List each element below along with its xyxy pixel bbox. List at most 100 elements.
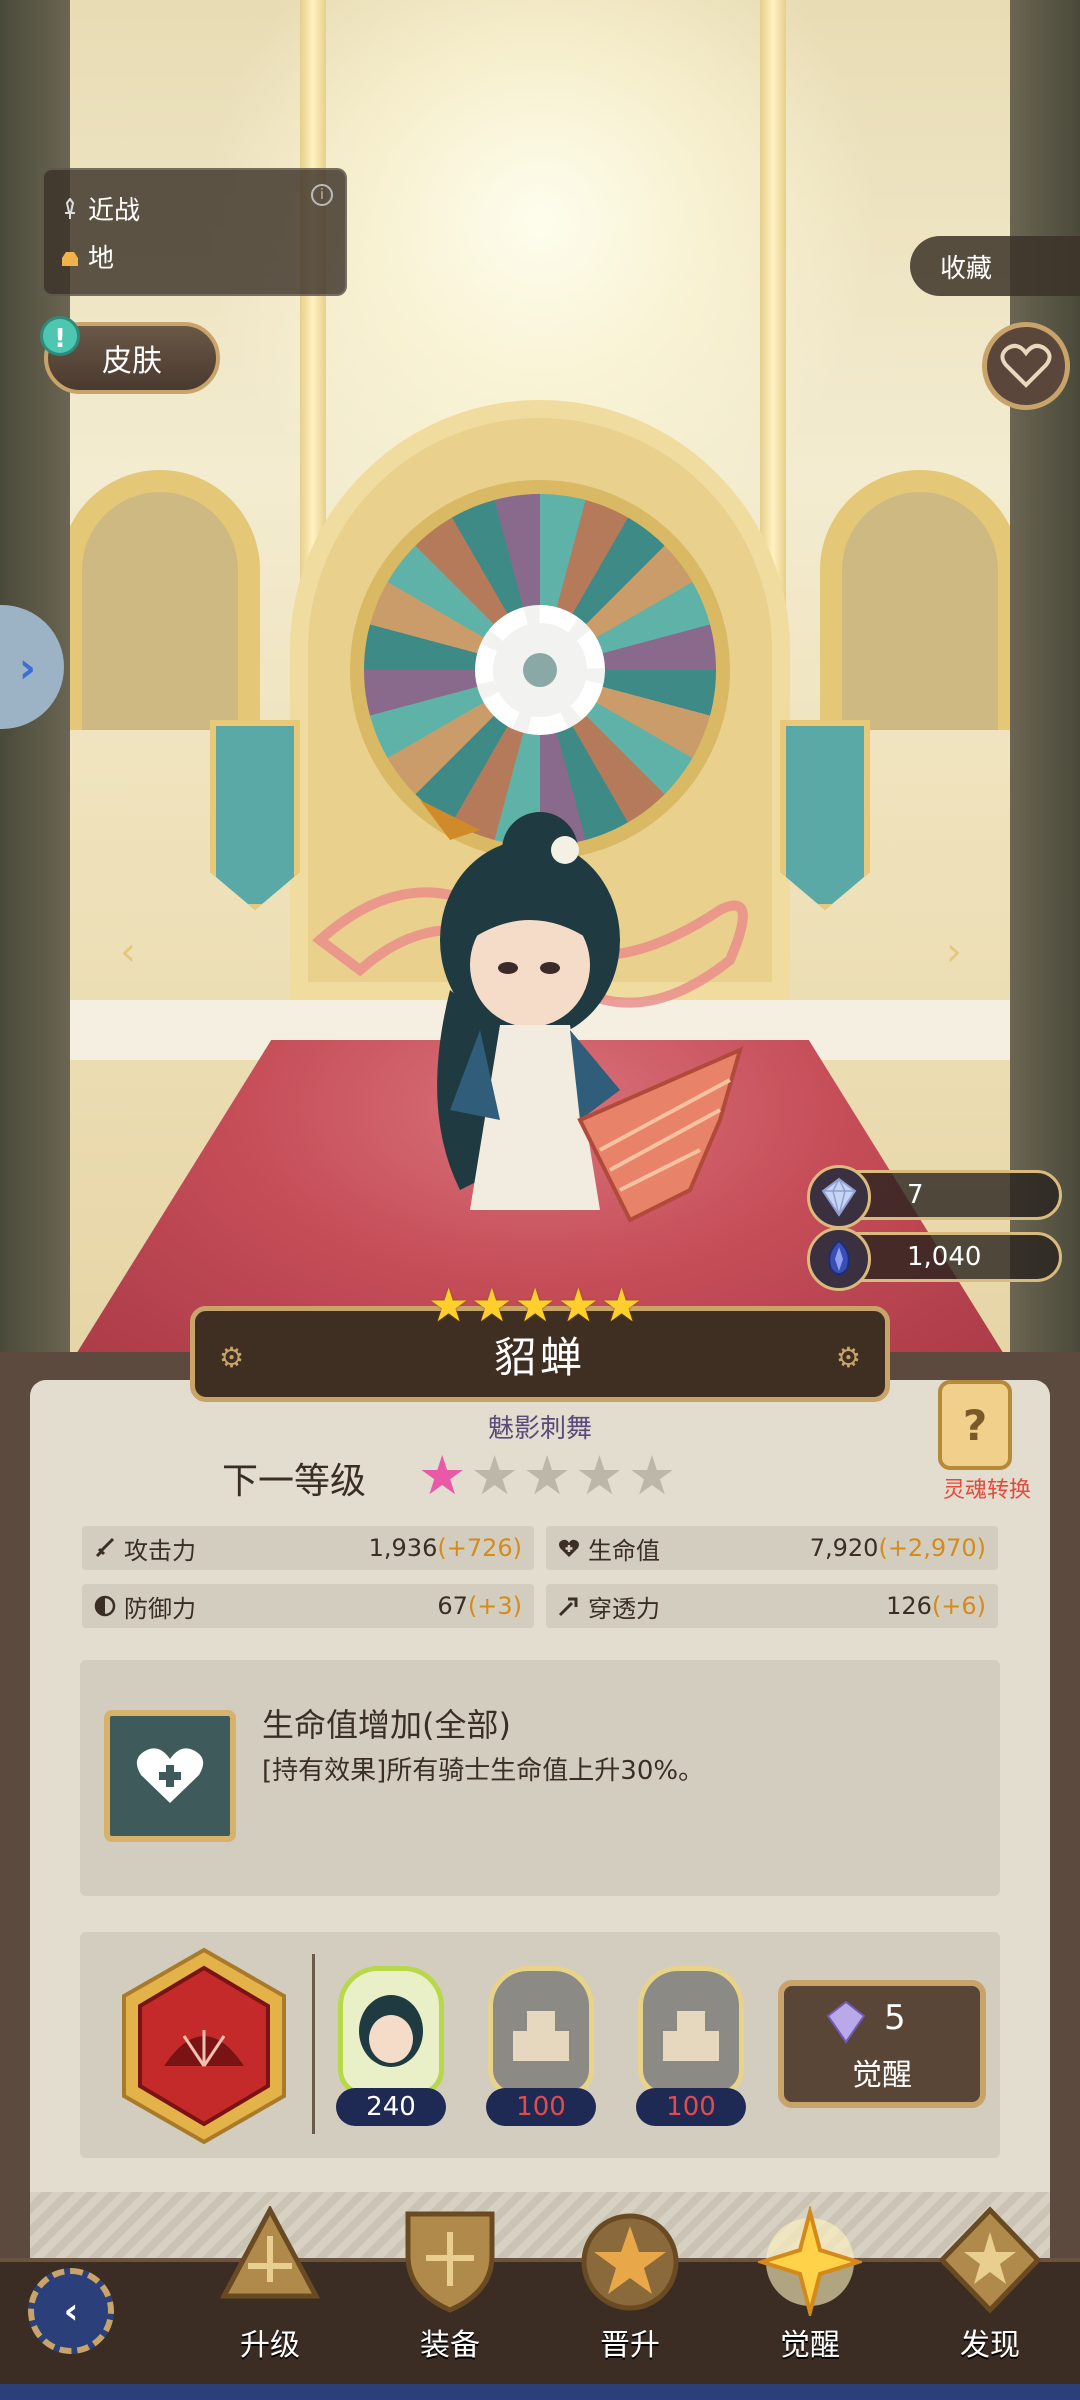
shield-half-icon [94,1595,116,1617]
hero-sprite[interactable] [300,790,770,1260]
stat-label: 攻击力 [124,1536,196,1565]
terrain-label: 地 [88,244,115,274]
stat-value: 7,920 [809,1534,879,1562]
awaken-button[interactable]: 5 觉醒 [778,1980,986,2108]
hero-title: 魅影刺舞 [487,1414,592,1444]
favorite-button[interactable] [982,322,1070,410]
stat-attack: 攻击力 1,936 (+726) [82,1526,534,1570]
nav-label: 装备 [420,2328,480,2363]
prev-hero-arrow[interactable]: ‹ [100,929,156,975]
side-arch [820,470,1020,730]
nav-upgrade[interactable]: 升级 [200,2206,340,2366]
next-level-stars: ★ ★ ★ ★ ★ [418,1444,676,1507]
collect-button-label: 收藏 [940,253,993,284]
right-wall [1010,0,1080,1360]
nav-awaken[interactable]: 觉醒 [740,2206,880,2366]
nav-label: 升级 [240,2328,300,2363]
chevron-left-icon: ‹ [63,2290,79,2332]
rarity-star-icon: ★ [514,1278,556,1332]
material-count: 240 [336,2088,446,2126]
hero-rarity-stars: ★ ★ ★ ★ ★ [428,1278,642,1332]
divider [312,1954,315,2134]
hero-detail-screen: 近战 地 i 皮肤 ! 收藏 › ‹ › 7 1,040 ★ ★ ★ ★ ★ ⚙ 貂蝉 … [0,0,1080,2400]
hero-portrait-icon [338,1966,444,2096]
collect-button[interactable]: 收藏 [910,236,1080,296]
rarity-star-icon: ★ [471,1278,513,1332]
level-star-icon: ★ [418,1444,467,1507]
awaken-star-icon [758,2206,862,2316]
nav-label: 发现 [960,2328,1020,2363]
hp-boost-icon [104,1710,236,1842]
nav-promotion[interactable]: 晋升 [560,2206,700,2366]
level-star-icon: ★ [470,1444,519,1507]
gear-icon: ⚙ [219,1341,245,1374]
stat-value: 67 [437,1592,468,1620]
nav-label: 觉醒 [780,2328,840,2363]
skin-button-label: 皮肤 [102,344,162,379]
rarity-star-icon: ★ [601,1278,643,1332]
discover-star-icon [938,2206,1042,2314]
info-icon[interactable]: i [311,184,333,206]
stat-delta: (+726) [437,1534,522,1562]
awaken-section: 240 100 100 5 觉醒 [80,1932,1000,2158]
side-arch [60,470,260,730]
possession-effect-box: 生命值增加(全部) [持有效果]所有骑士生命值上升30%。 [80,1660,1000,1896]
wall-banner [210,720,300,910]
rarity-star-icon: ★ [428,1278,470,1332]
awaken-fan-emblem-icon [122,1947,286,2145]
stat-label: 穿透力 [588,1594,660,1623]
star-gear-icon [581,2213,679,2311]
stat-defense: 防御力 67 (+3) [82,1584,534,1628]
stat-delta: (+6) [931,1592,986,1620]
resource-value: 7 [907,1180,924,1210]
bottom-nav-bar [0,2258,1080,2400]
wall-banner [780,720,870,910]
material-count: 100 [636,2088,746,2126]
chevron-left-icon: ‹ [120,929,136,975]
upgrade-icon [219,2206,321,2299]
heart-plus-icon [559,1539,579,1557]
material-stone[interactable]: 100 [482,1966,600,2126]
chevron-right-icon: › [946,929,962,975]
sword-icon [95,1537,115,1558]
stat-delta: (+2,970) [878,1534,986,1562]
awaken-button-label: 觉醒 [852,2058,912,2093]
stone-icon [488,1966,594,2096]
gear-icon: ⚙ [835,1341,861,1374]
stat-label: 防御力 [124,1594,196,1623]
system-bar [0,2384,1080,2400]
awaken-cost: 5 [884,1998,906,2038]
crystal-icon [807,1165,871,1229]
level-star-icon: ★ [627,1444,677,1507]
nav-label: 晋升 [600,2328,660,2363]
next-hero-arrow[interactable]: › [926,929,982,975]
terrain-row: 地 [60,238,114,275]
material-hero-shard[interactable]: 240 [332,1966,450,2126]
material-stone[interactable]: 100 [632,1966,750,2126]
stone-icon [638,1966,744,2096]
alert-icon: ! [40,316,80,356]
pierce-icon [558,1597,578,1617]
level-star-icon: ★ [522,1444,572,1507]
ground-icon [62,251,78,266]
rarity-star-icon: ★ [557,1278,599,1332]
nav-equipment[interactable]: 装备 [380,2206,520,2366]
resource-value: 1,040 [907,1242,982,1272]
back-button[interactable]: ‹ [28,2268,114,2354]
stat-label: 生命值 [588,1536,660,1565]
class-row: 近战 [60,190,140,227]
level-star-icon: ★ [575,1444,624,1507]
effect-description: [持有效果]所有骑士生命值上升30%。 [262,1756,705,1786]
soul-swap-button[interactable]: ? 灵魂转换 [924,1380,1050,1510]
stat-value: 126 [886,1592,932,1620]
soul-swap-label: 灵魂转换 [942,1478,1031,1503]
stat-value: 1,936 [368,1534,438,1562]
chevron-right-icon: › [18,642,36,692]
sword-icon [65,197,75,219]
stat-delta: (+3) [467,1592,522,1620]
soul-gem-icon [807,1227,871,1291]
hero-name: 貂蝉 [493,1332,586,1382]
question-icon: ? [938,1380,1012,1470]
resource-pill-awaken-crystal: 7 [807,1165,1062,1229]
nav-discover[interactable]: 发现 [920,2206,1060,2366]
